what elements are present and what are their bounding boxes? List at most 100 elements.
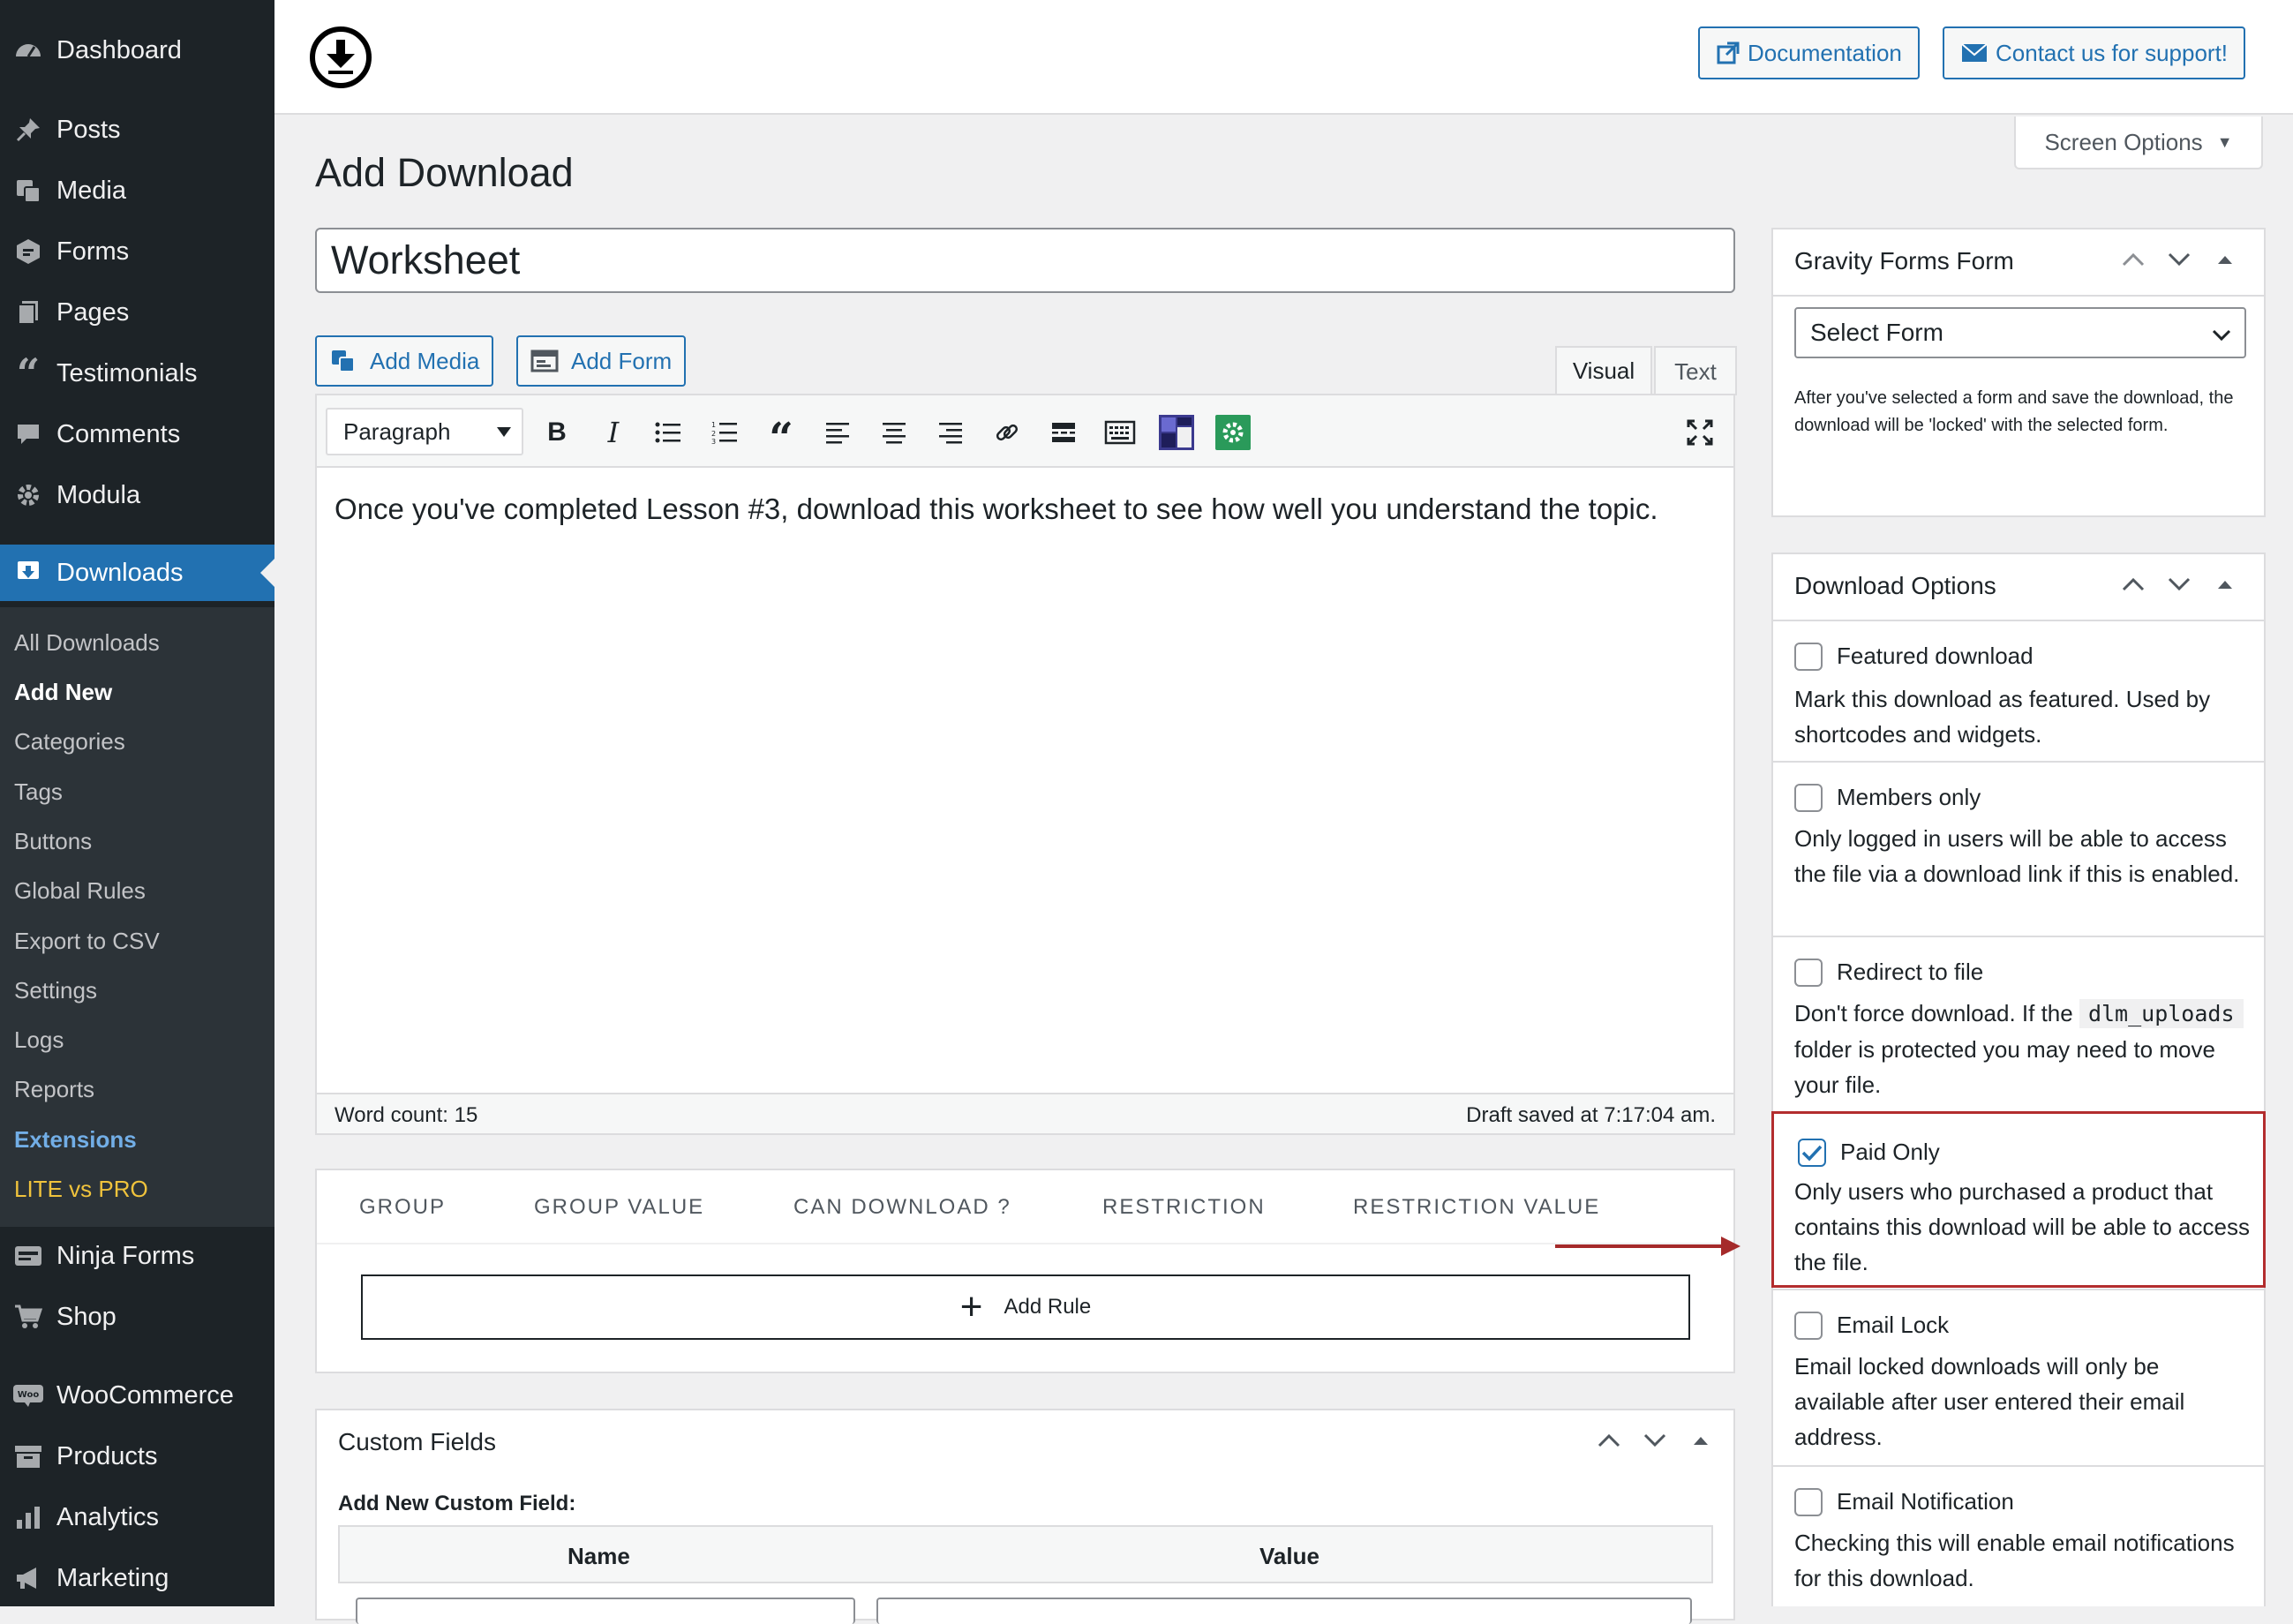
bold-icon[interactable]: B [538,413,576,452]
email-lock-checkbox[interactable] [1794,1312,1823,1340]
menu-posts[interactable]: Posts [0,102,274,158]
screen-options-button[interactable]: Screen Options ▼ [2014,117,2263,169]
email-lock-description: Email locked downloads will only be avai… [1794,1353,2185,1450]
format-select[interactable]: Paragraph [326,408,523,455]
menu-comments[interactable]: Comments [0,406,274,462]
add-form-button[interactable]: Add Form [516,335,687,387]
submenu-buttons[interactable]: Buttons [14,828,92,855]
plugin-header: Documentation Contact us for support! [274,0,2293,115]
svg-text:3: 3 [711,438,716,445]
menu-pages[interactable]: Pages [0,284,274,341]
email-notification-checkbox[interactable] [1794,1488,1823,1516]
link-icon[interactable] [988,413,1026,452]
add-media-button[interactable]: Add Media [315,335,494,387]
download-monitor-logo [310,26,372,88]
chevron-down-icon[interactable] [2156,252,2202,267]
media-icon [0,162,56,219]
redirect-checkbox[interactable] [1794,959,1823,987]
option-redirect: Redirect to file Don't force download. I… [1773,936,2264,1112]
menu-downloads[interactable]: Downloads [0,545,274,601]
menu-woocommerce[interactable]: Woo WooCommerce [0,1367,274,1424]
col-group: GROUP [359,1195,447,1219]
caret-down-icon: ▼ [2216,132,2233,151]
editor-status-bar: Word count: 15 Draft saved at 7:17:04 am… [317,1093,1733,1133]
chevron-up-icon[interactable] [2110,252,2156,267]
collapse-toggle-icon[interactable] [2202,579,2248,590]
option-featured: Featured download Mark this download as … [1773,620,2264,761]
submenu-extensions[interactable]: Extensions [14,1126,137,1154]
submenu-categories[interactable]: Categories [14,728,125,756]
annotation-arrow [1555,1244,1732,1248]
option-members-only: Members only Only logged in users will b… [1773,761,2264,936]
add-rule-button[interactable]: + Add Rule [361,1274,1690,1340]
pin-icon [0,102,56,158]
contact-support-button[interactable]: Contact us for support! [1943,26,2246,79]
col-restriction-value: RESTRICTION VALUE [1353,1195,1601,1219]
archive-icon [0,1428,56,1485]
menu-testimonials[interactable]: “ Testimonials [0,345,274,402]
email-lock-label: Email Lock [1837,1312,1950,1338]
select-form-dropdown[interactable]: Select Form [1794,307,2246,358]
collapse-toggle-icon[interactable] [2202,254,2248,265]
media-icon [329,347,357,375]
menu-ninja-forms[interactable]: Ninja Forms [0,1228,274,1284]
chevron-down-icon[interactable] [1632,1433,1678,1447]
submenu-logs[interactable]: Logs [14,1026,64,1054]
align-right-icon[interactable] [931,413,970,452]
menu-shop[interactable]: Shop [0,1289,274,1345]
submenu-tags[interactable]: Tags [14,778,63,806]
redirect-description: Don't force download. If the dlm_uploads… [1794,996,2253,1102]
tab-visual[interactable]: Visual [1555,346,1652,395]
submenu-settings[interactable]: Settings [14,977,97,1004]
menu-media[interactable]: Media [0,162,274,219]
menu-marketing[interactable]: Marketing [0,1550,274,1606]
plugin-gear-icon[interactable] [1214,413,1252,452]
gravity-forms-title: Gravity Forms Form [1794,247,2014,274]
access-rules-panel: GROUP GROUP VALUE CAN DOWNLOAD ? RESTRIC… [315,1169,1735,1373]
italic-icon[interactable]: I [594,413,633,452]
menu-modula[interactable]: Modula [0,467,274,523]
svg-text:2: 2 [711,430,716,438]
members-only-checkbox[interactable] [1794,784,1823,812]
redirect-label: Redirect to file [1837,959,1984,985]
tab-text[interactable]: Text [1654,346,1737,395]
toolbar-toggle-icon[interactable] [1101,413,1139,452]
ninja-forms-icon [0,1228,56,1284]
submenu-lite-vs-pro[interactable]: LITE vs PRO [14,1176,148,1203]
submenu-export-csv[interactable]: Export to CSV [14,928,160,955]
custom-field-value-input[interactable] [876,1598,1692,1624]
gravity-forms-help: After you've selected a form and save th… [1794,388,2234,435]
menu-dashboard[interactable]: Dashboard [0,22,274,79]
word-count: Word count: 15 [335,1103,478,1127]
blockquote-icon[interactable]: “ [762,413,801,460]
custom-field-name-input[interactable] [356,1598,855,1624]
read-more-icon[interactable] [1044,413,1083,452]
chevron-down-icon[interactable] [2156,577,2202,591]
fullscreen-icon[interactable] [1680,413,1719,452]
align-left-icon[interactable] [818,413,857,452]
bullet-list-icon[interactable] [649,413,688,452]
chevron-up-icon[interactable] [1586,1433,1632,1447]
dashboard-icon [0,22,56,79]
align-center-icon[interactable] [875,413,913,452]
submenu-reports[interactable]: Reports [14,1076,94,1103]
submenu-all-downloads[interactable]: All Downloads [14,629,160,657]
menu-products[interactable]: Products [0,1428,274,1485]
featured-description: Mark this download as featured. Used by … [1794,686,2211,748]
download-options-panel: Download Options Featured download Mark … [1771,553,2266,1606]
submenu-add-new[interactable]: Add New [14,679,112,706]
editor-content[interactable]: Once you've completed Lesson #3, downloa… [335,492,1658,526]
numbered-list-icon[interactable]: 123 [705,413,744,452]
featured-checkbox[interactable] [1794,643,1823,671]
submenu-global-rules[interactable]: Global Rules [14,877,146,905]
collapse-toggle-icon[interactable] [1678,1435,1724,1446]
post-title-input[interactable]: Worksheet [315,228,1735,293]
menu-forms[interactable]: Forms [0,223,274,280]
chevron-up-icon[interactable] [2110,577,2156,591]
documentation-button[interactable]: Documentation [1698,26,1920,79]
download-options-title: Download Options [1794,572,1996,599]
col-group-value: GROUP VALUE [534,1195,705,1219]
forms-icon [0,223,56,280]
menu-analytics[interactable]: Analytics [0,1489,274,1545]
gallery-block-icon[interactable] [1157,413,1196,452]
